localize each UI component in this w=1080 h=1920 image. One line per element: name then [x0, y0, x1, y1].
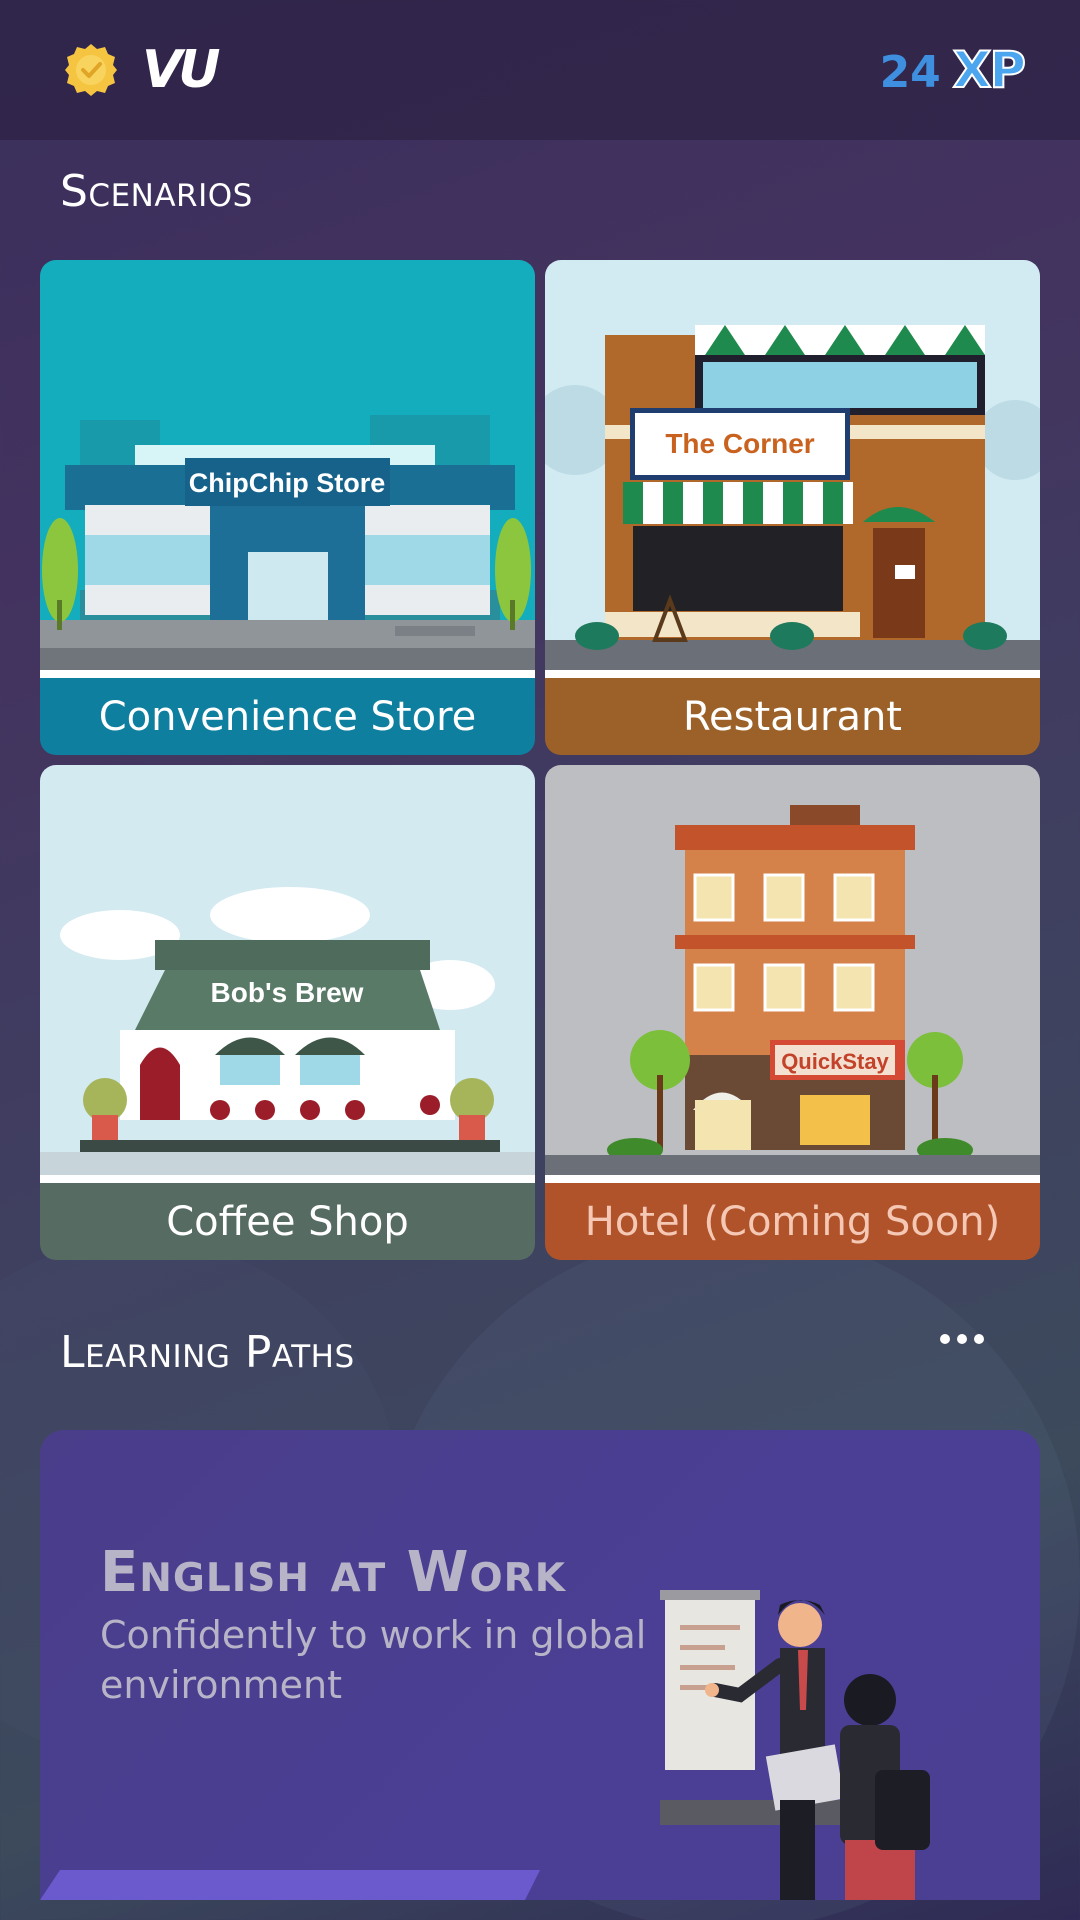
restaurant-sign-text: The Corner [665, 428, 814, 459]
store-sign-text: ChipChip Store [189, 468, 386, 498]
presenter-illustration [660, 1590, 930, 1900]
scenario-card-hotel[interactable]: QuickStay Hotel (Coming Soon) [545, 765, 1040, 1260]
learning-path-progress-tab [40, 1870, 540, 1900]
learning-paths-heading: Learning Paths [60, 1327, 355, 1378]
card-divider [545, 670, 1040, 678]
learning-path-title: English at Work [100, 1540, 566, 1605]
coffee-shop-illustration: Bob's Brew [40, 765, 535, 1175]
scenario-label: Restaurant [545, 678, 1040, 755]
verified-badge-icon[interactable] [64, 43, 118, 97]
scenario-card-coffee-shop[interactable]: Bob's Brew Coffee Shop [40, 765, 535, 1260]
restaurant-illustration: The Corner [545, 260, 1040, 670]
app-logo: VU [142, 40, 220, 100]
scenario-label: Hotel (Coming Soon) [545, 1183, 1040, 1260]
learning-path-subtitle: Confidently to work in global environmen… [100, 1613, 647, 1707]
learning-path-card-english-at-work[interactable]: English at Work Confidently to work in g… [40, 1430, 1040, 1900]
convenience-store-illustration: ChipChip Store [40, 260, 535, 670]
hotel-illustration: QuickStay [545, 765, 1040, 1175]
scenario-card-restaurant[interactable]: The Corner Restaurant [545, 260, 1040, 755]
scenario-card-convenience-store[interactable]: ChipChip Store Convenience Store [40, 260, 535, 755]
xp-value: 24 [879, 47, 941, 98]
xp-counter[interactable]: 24 XP [879, 40, 1027, 100]
card-divider [545, 1175, 1040, 1183]
scenario-label: Coffee Shop [40, 1183, 535, 1260]
hotel-sign-text: QuickStay [781, 1049, 889, 1074]
scenario-label: Convenience Store [40, 678, 535, 755]
scenarios-heading: Scenarios [60, 166, 253, 217]
top-bar: VU 24 XP [0, 0, 1080, 140]
xp-label: XP [952, 40, 1027, 100]
more-horizontal-icon[interactable] [940, 1334, 984, 1344]
card-divider [40, 670, 535, 678]
coffee-shop-sign-text: Bob's Brew [211, 977, 364, 1008]
card-divider [40, 1175, 535, 1183]
